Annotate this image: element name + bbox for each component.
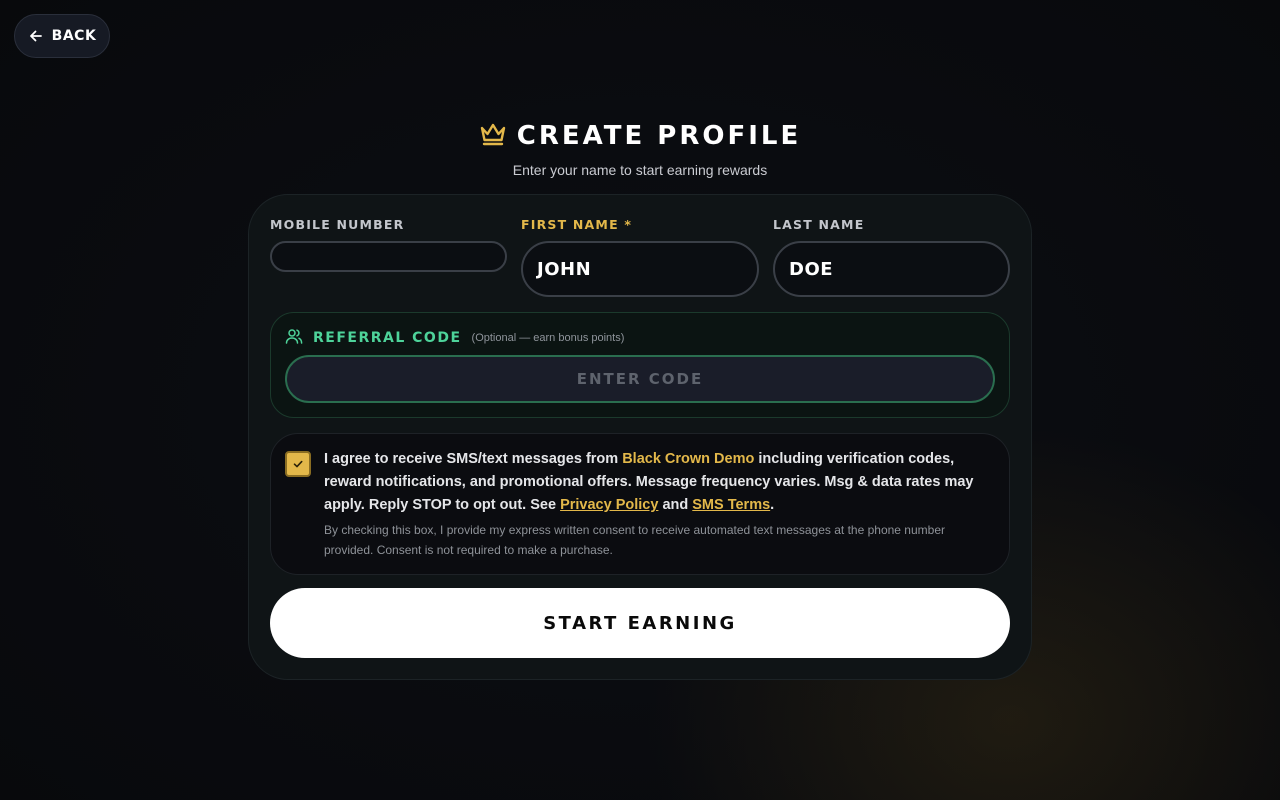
sms-consent-text: I agree to receive SMS/text messages fro… xyxy=(324,448,1004,517)
mobile-number-input[interactable] xyxy=(270,241,507,272)
privacy-policy-link[interactable]: Privacy Policy xyxy=(560,497,658,513)
last-name-label: LAST NAME xyxy=(773,217,865,232)
referral-optional-note: (Optional — earn bonus points) xyxy=(471,332,625,344)
referral-title: REFERRAL CODE xyxy=(313,330,462,346)
page-header: CREATE PROFILE Enter your name to start … xyxy=(0,118,1280,178)
users-icon xyxy=(285,327,303,349)
mobile-number-label: MOBILE NUMBER xyxy=(270,217,405,232)
arrow-left-icon xyxy=(28,28,44,44)
page-title: CREATE PROFILE xyxy=(516,121,802,151)
referral-section: REFERRAL CODE (Optional — earn bonus poi… xyxy=(270,312,1010,418)
referral-code-placeholder: ENTER CODE xyxy=(576,370,704,388)
back-label: BACK xyxy=(51,28,97,44)
sms-consent-section: I agree to receive SMS/text messages fro… xyxy=(270,433,1010,575)
consent-and-text: and xyxy=(658,497,693,513)
consent-text-start: I agree to receive SMS/text messages fro… xyxy=(324,451,623,467)
check-icon xyxy=(292,455,304,474)
sms-terms-link[interactable]: SMS Terms xyxy=(692,497,770,513)
first-name-input[interactable]: JOHN xyxy=(521,241,759,297)
start-earning-button[interactable]: START EARNING xyxy=(270,588,1010,658)
title-row: CREATE PROFILE xyxy=(0,118,1280,154)
first-name-label: FIRST NAME * xyxy=(521,217,633,232)
back-button[interactable]: BACK xyxy=(14,14,110,58)
consent-period: . xyxy=(770,497,775,513)
page-subtitle: Enter your name to start earning rewards xyxy=(512,162,768,178)
brand-name: Black Crown Demo xyxy=(622,451,755,467)
crown-icon xyxy=(479,121,507,151)
sms-consent-checkbox[interactable] xyxy=(285,451,311,477)
consent-fine-print: By checking this box, I provide my expre… xyxy=(324,523,945,557)
referral-header: REFERRAL CODE (Optional — earn bonus poi… xyxy=(285,327,624,349)
referral-code-input[interactable]: ENTER CODE xyxy=(285,355,995,403)
last-name-input[interactable]: DOE xyxy=(773,241,1010,297)
profile-form-card: MOBILE NUMBER FIRST NAME * JOHN LAST NAM… xyxy=(248,194,1032,680)
